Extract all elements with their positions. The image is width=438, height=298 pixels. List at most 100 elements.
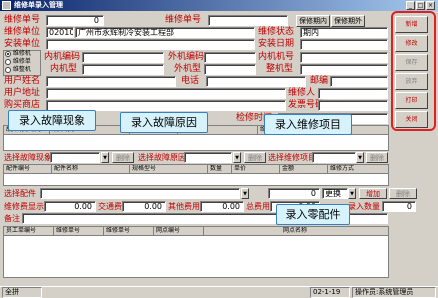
radio-repair-machine[interactable]: 维修机 xyxy=(5,50,31,58)
parts-grid-header: 配件编号 配件名称 规格型号 数量 单价 金额 维修方式 xyxy=(4,165,388,174)
repair-unit-label: 维修单位 xyxy=(4,27,41,37)
repair-fee-label: 维修费显示 xyxy=(4,202,44,211)
outer-model-label: 外机型 xyxy=(174,64,202,74)
order-no-field[interactable]: 0 xyxy=(46,15,104,26)
phone-label: 电话 xyxy=(181,76,200,86)
col-part-no: 配件编号 xyxy=(4,165,52,174)
count-field[interactable]: 0 xyxy=(382,201,416,212)
repair-status-label: 维修状态 xyxy=(258,27,295,37)
delete-fault-button[interactable]: 删除 xyxy=(112,152,134,163)
inner-no-field[interactable] xyxy=(300,52,388,63)
col-qty: 数量 xyxy=(208,165,232,174)
minimize-button[interactable]: _ xyxy=(406,1,415,10)
traffic-fee-field[interactable]: 0.00 xyxy=(122,201,166,212)
repair-unit-code[interactable]: 020102 xyxy=(46,27,74,38)
in-warranty-button[interactable]: 保修期内 xyxy=(296,15,330,27)
col-order-no: 维修单号 xyxy=(54,227,104,236)
callout-parts: 录入零配件 xyxy=(276,204,350,225)
remark-label: 备注 xyxy=(4,214,20,223)
inner-code-field[interactable] xyxy=(82,52,164,63)
out-warranty-button[interactable]: 保修期外 xyxy=(331,15,365,27)
outer-code-field[interactable] xyxy=(204,52,256,63)
total-fee-label: 总费用 xyxy=(246,202,270,211)
select-item-dropdown-icon[interactable]: ▼ xyxy=(356,152,364,163)
select-reason-label: 选择故障原因 xyxy=(138,153,186,162)
invoice-field[interactable] xyxy=(318,100,388,111)
install-date-field[interactable] xyxy=(300,39,388,50)
parts-grid[interactable]: 配件编号 配件名称 规格型号 数量 单价 金额 维修方式 xyxy=(3,164,389,186)
staff-grid[interactable]: 员工单编号 维修单号 维修单号 网点编号 网点名称 xyxy=(3,226,389,278)
select-parts-label: 选择配件 xyxy=(4,189,36,198)
staff-grid-header: 员工单编号 维修单号 维修单号 网点编号 网点名称 xyxy=(4,227,388,236)
inner-code-label: 内机编码 xyxy=(44,52,81,62)
install-unit-field[interactable] xyxy=(46,39,255,50)
outer-model-field[interactable] xyxy=(204,64,256,75)
delete-reason-button[interactable]: 删除 xyxy=(244,152,266,163)
window-title: 维修单录入管理 xyxy=(0,0,438,11)
select-fault-label: 选择故障现象 xyxy=(4,153,52,162)
input-mode: 全拼 xyxy=(2,287,42,298)
parts-mode-dropdown-icon[interactable]: ▼ xyxy=(348,188,356,199)
other-fee-label: 其他费用 xyxy=(168,202,200,211)
order-no2-label: 维修单号 xyxy=(165,15,202,25)
order-no-label: 维修单号 xyxy=(4,15,41,25)
delete-item-button[interactable]: 删除 xyxy=(366,152,388,163)
user-address-field[interactable] xyxy=(46,88,286,99)
select-item-label: 选择维修项目 xyxy=(268,153,316,162)
order-no2-field[interactable] xyxy=(208,15,288,26)
install-date-label: 安装日期 xyxy=(258,39,295,49)
delete-part-button[interactable]: 删除 xyxy=(389,188,417,199)
col-amount: 金额 xyxy=(280,165,328,174)
close-button[interactable]: × xyxy=(426,1,435,10)
discard-button[interactable]: 放弃 xyxy=(395,73,428,90)
col-part-spec: 规格型号 xyxy=(130,165,208,174)
col-mode: 维修方式 xyxy=(330,165,355,172)
install-unit-label: 安装单位 xyxy=(4,39,41,49)
select-fault-combo[interactable] xyxy=(50,152,100,163)
repair-unit-name[interactable]: 广州市永辉制冷安装工程部 xyxy=(75,27,255,38)
parts-mode-combo[interactable]: 更换 xyxy=(322,188,348,199)
col-outlet-name: 网点名称 xyxy=(282,227,307,234)
other-fee-field[interactable]: 0.00 xyxy=(200,201,244,212)
count-label: 录入数量 xyxy=(348,202,380,211)
repair-fee-field[interactable]: 0.00 xyxy=(44,201,96,212)
repair-status-field[interactable]: 期内 xyxy=(300,27,388,38)
select-fault-dropdown-icon[interactable]: ▼ xyxy=(101,152,109,163)
exit-button[interactable]: 关闭 xyxy=(395,111,428,128)
select-parts-dropdown-icon[interactable]: ▼ xyxy=(241,188,249,199)
save-button[interactable]: 保存 xyxy=(395,54,428,71)
edit-button[interactable]: 修改 xyxy=(395,35,428,52)
print-button[interactable]: 打印 xyxy=(395,92,428,109)
select-parts-combo[interactable] xyxy=(40,188,240,199)
callout-fault-phenomenon: 录入故障现象 xyxy=(8,110,96,131)
maximize-button[interactable]: □ xyxy=(416,1,425,10)
inner-model-label: 内机型 xyxy=(50,64,78,74)
new-button[interactable]: 新增 xyxy=(395,16,428,33)
repairer-field[interactable] xyxy=(318,88,388,99)
callout-fault-reason: 录入故障原因 xyxy=(120,112,208,133)
select-reason-combo[interactable] xyxy=(184,152,232,163)
traffic-fee-label: 交通费 xyxy=(98,202,122,211)
col-outlet-no: 网点编号 xyxy=(154,227,204,236)
inner-model-field[interactable] xyxy=(82,64,164,75)
parts-qty-field[interactable]: 0 xyxy=(268,188,320,199)
add-part-button[interactable]: 增加 xyxy=(359,188,387,199)
radio-whole-machine[interactable]: 维整机 xyxy=(5,66,31,74)
radio-repair-order[interactable]: 维修单 xyxy=(5,58,31,66)
status-operator: 操作员:系统管理员 xyxy=(352,287,436,298)
col-order-no-2: 维修单号 xyxy=(104,227,154,236)
callout-repair-items: 录入维修项目 xyxy=(264,114,352,135)
outer-code-label: 外机编码 xyxy=(168,52,205,62)
whole-model-field[interactable] xyxy=(300,64,388,75)
phone-field[interactable] xyxy=(206,76,306,87)
col-part-name: 配件名称 xyxy=(52,165,130,174)
mail-label: 邮编 xyxy=(310,76,329,86)
mail-field[interactable] xyxy=(330,76,388,87)
user-name-field[interactable] xyxy=(46,76,176,87)
app-icon xyxy=(2,1,11,10)
whole-model-label: 整机型 xyxy=(266,64,294,74)
select-item-combo[interactable] xyxy=(312,152,356,163)
col-staff-no: 员工单编号 xyxy=(4,227,54,236)
select-reason-dropdown-icon[interactable]: ▼ xyxy=(233,152,241,163)
status-date: 02-1-19 xyxy=(310,287,350,298)
